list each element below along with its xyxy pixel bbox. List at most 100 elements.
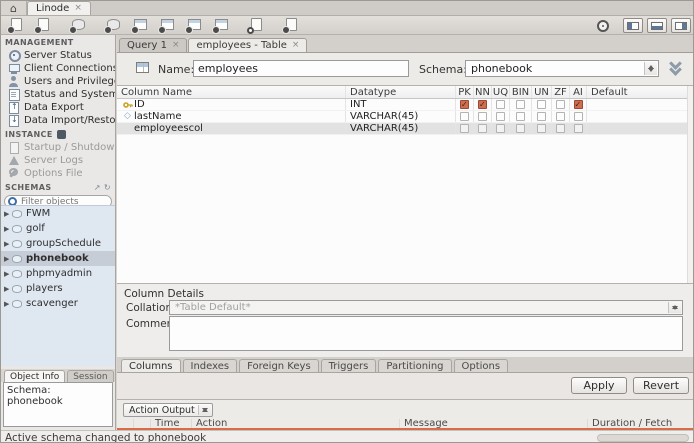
grid-vertical-scrollbar[interactable] [687, 86, 693, 283]
connection-tab[interactable]: Linode × [27, 1, 91, 15]
checkbox-nn[interactable] [478, 124, 487, 133]
tab-options[interactable]: Options [453, 359, 509, 372]
expander-icon[interactable]: ▶ [4, 300, 12, 308]
horizontal-scrollbar-thumb[interactable] [597, 434, 689, 442]
checkbox-ai[interactable] [573, 112, 583, 121]
ao-col-time[interactable]: Time [150, 419, 191, 428]
expand-schemas-icon[interactable]: ↗ [94, 183, 101, 192]
checkbox-pk[interactable] [460, 112, 469, 121]
col-header-nn[interactable]: NN [473, 86, 491, 98]
create-table-icon[interactable] [129, 17, 153, 34]
sidebar-item-status-variables[interactable]: Status and System Variables [1, 88, 115, 101]
sidebar-item-options-file[interactable]: Options File [1, 167, 115, 180]
create-view-icon[interactable] [156, 17, 180, 34]
schema-item-phonebook[interactable]: ▶ phonebook [1, 251, 115, 266]
sidebar-item-server-status[interactable]: Server Status [1, 49, 115, 62]
action-output-select[interactable]: Action Output [123, 403, 213, 417]
stepper-icon[interactable] [644, 62, 657, 75]
create-function-icon[interactable] [210, 17, 234, 34]
refresh-schemas-icon[interactable]: ↻ [104, 183, 111, 192]
toggle-right-panel-button[interactable] [671, 18, 691, 33]
apply-button[interactable]: Apply [571, 377, 627, 394]
col-header-un[interactable]: UN [531, 86, 551, 98]
sidebar-item-data-import[interactable]: Data Import/Restore [1, 114, 115, 127]
checkbox-uq[interactable] [496, 124, 505, 133]
sidebar-item-client-connections[interactable]: Client Connections [1, 62, 115, 75]
schema-item-scavenger[interactable]: ▶ scavenger [1, 296, 115, 311]
expander-icon[interactable]: ▶ [4, 270, 12, 278]
expander-icon[interactable]: ▶ [4, 285, 12, 293]
checkbox-bin[interactable] [516, 124, 525, 133]
home-tab[interactable]: ⌂ [1, 1, 27, 15]
expander-icon[interactable]: ▶ [4, 210, 12, 218]
expander-icon[interactable]: ▶ [4, 255, 12, 263]
tab-partitioning[interactable]: Partitioning [378, 359, 452, 372]
schema-item-players[interactable]: ▶ players [1, 281, 115, 296]
sidebar-item-data-export[interactable]: Data Export [1, 101, 115, 114]
checkbox-un[interactable] [537, 124, 546, 133]
column-row-lastname[interactable]: ◇ lastName VARCHAR(45) [117, 111, 693, 123]
tab-triggers[interactable]: Triggers [320, 359, 377, 372]
collapse-panel-icon[interactable] [669, 57, 685, 77]
close-icon[interactable]: × [292, 41, 300, 50]
checkbox-bin[interactable] [516, 112, 525, 121]
checkbox-ai[interactable] [573, 124, 583, 133]
expander-icon[interactable]: ▶ [4, 240, 12, 248]
tab-columns[interactable]: Columns [121, 359, 181, 372]
expander-icon[interactable]: ▶ [4, 225, 12, 233]
stepper-icon[interactable] [198, 405, 211, 415]
sidebar-item-users-privileges[interactable]: Users and Privileges [1, 75, 115, 88]
collation-select[interactable]: *Table Default* [169, 300, 683, 315]
checkbox-zf[interactable] [556, 124, 565, 133]
checkbox-un[interactable] [537, 112, 546, 121]
schema-item-phpmyadmin[interactable]: ▶ phpmyadmin [1, 266, 115, 281]
close-icon[interactable]: × [172, 41, 180, 50]
toggle-left-panel-button[interactable] [623, 18, 643, 33]
col-header-name[interactable]: Column Name [117, 86, 345, 98]
search-table-data-icon[interactable] [245, 17, 269, 34]
open-sql-script-icon[interactable] [32, 17, 56, 34]
checkbox-uq[interactable] [496, 112, 505, 121]
checkbox-nn[interactable] [478, 112, 487, 121]
col-header-bin[interactable]: BIN [509, 86, 531, 98]
checkbox-pk[interactable] [460, 124, 469, 133]
revert-button[interactable]: Revert [633, 377, 689, 394]
sidebar-item-server-logs[interactable]: Server Logs [1, 154, 115, 167]
close-icon[interactable]: × [74, 4, 82, 13]
tab-employees-table[interactable]: employees - Table × [188, 38, 308, 52]
checkbox-bin[interactable] [516, 100, 525, 109]
ao-col-duration[interactable]: Duration / Fetch [587, 419, 693, 428]
tab-query-1[interactable]: Query 1 × [119, 38, 188, 52]
schema-item-groupschedule[interactable]: ▶ groupSchedule [1, 236, 115, 251]
sidebar-item-startup-shutdown[interactable]: Startup / Shutdown [1, 141, 115, 154]
dashboard-gauge-icon[interactable] [597, 19, 609, 32]
checkbox-pk[interactable] [460, 100, 469, 109]
table-name-input[interactable] [193, 60, 409, 77]
checkbox-nn[interactable] [478, 100, 487, 109]
ao-col-message[interactable]: Message [399, 419, 587, 428]
col-header-default[interactable]: Default [586, 86, 693, 98]
new-query-tab-icon[interactable] [5, 17, 29, 34]
toggle-bottom-panel-button[interactable] [647, 18, 667, 33]
comment-textarea[interactable] [169, 316, 683, 351]
tab-indexes[interactable]: Indexes [182, 359, 238, 372]
checkbox-ai[interactable] [573, 100, 583, 109]
ao-col-action[interactable]: Action [191, 419, 399, 428]
column-row-employeescol[interactable]: employeescol VARCHAR(45) [117, 123, 693, 135]
column-row-id[interactable]: ID INT [117, 99, 693, 111]
col-header-uq[interactable]: UQ [491, 86, 509, 98]
stepper-icon[interactable] [668, 302, 681, 313]
checkbox-zf[interactable] [556, 112, 565, 121]
create-procedure-icon[interactable] [183, 17, 207, 34]
tab-foreign-keys[interactable]: Foreign Keys [239, 359, 319, 372]
checkbox-zf[interactable] [556, 100, 565, 109]
tab-object-info[interactable]: Object Info [4, 370, 66, 382]
tab-session[interactable]: Session [67, 370, 114, 382]
col-header-zf[interactable]: ZF [551, 86, 569, 98]
schema-item-golf[interactable]: ▶ golf [1, 221, 115, 236]
col-header-datatype[interactable]: Datatype [345, 86, 455, 98]
col-header-pk[interactable]: PK [455, 86, 473, 98]
checkbox-uq[interactable] [496, 100, 505, 109]
col-header-ai[interactable]: AI [569, 86, 586, 98]
create-schema-icon[interactable] [102, 17, 126, 34]
